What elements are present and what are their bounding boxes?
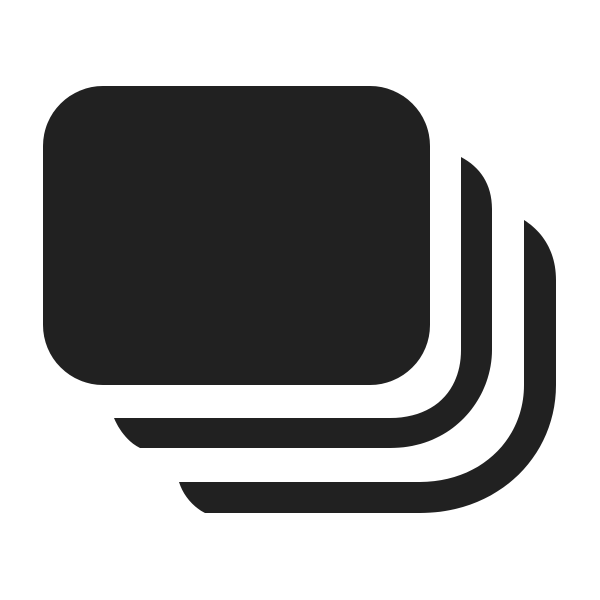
icon-canvas: [0, 0, 600, 600]
front-card-shape: [43, 86, 430, 385]
stacked-cards-icon: [43, 86, 556, 513]
